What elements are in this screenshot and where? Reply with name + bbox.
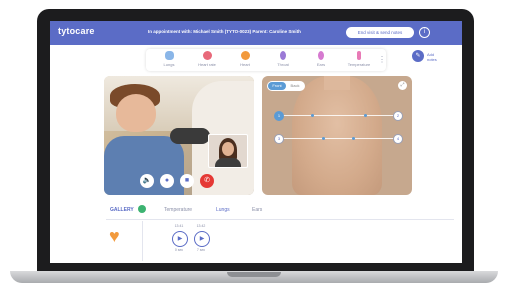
recording-video-icon[interactable]: ▶ bbox=[194, 231, 210, 247]
ear-icon bbox=[318, 51, 324, 60]
camera-icon[interactable]: ■ bbox=[180, 174, 194, 188]
point-4[interactable]: 4 bbox=[393, 134, 403, 144]
pip-face bbox=[222, 142, 234, 156]
pip-body bbox=[215, 158, 241, 167]
recording-time: 13:41 bbox=[174, 224, 184, 228]
recording-duration: 7 sec bbox=[196, 248, 206, 252]
tool-heart-rate[interactable]: Heart rate bbox=[190, 51, 224, 69]
heart-icon bbox=[240, 51, 250, 60]
gallery-divider bbox=[142, 221, 143, 261]
tool-ears[interactable]: Ears bbox=[304, 51, 338, 69]
expand-icon[interactable]: ⤢ bbox=[398, 81, 407, 90]
guide-line bbox=[282, 138, 397, 139]
tool-temperature[interactable]: Temperature bbox=[342, 51, 376, 69]
throat-icon bbox=[280, 51, 286, 60]
heart-rate-icon bbox=[202, 51, 212, 60]
microphone-icon[interactable]: ● bbox=[160, 174, 174, 188]
auscultation-dot[interactable] bbox=[322, 137, 325, 140]
appointment-info: In appointment with: Michael Smith (TYTO… bbox=[148, 29, 301, 34]
add-notes-label: Add notes bbox=[427, 52, 437, 62]
video-device bbox=[170, 128, 210, 144]
point-1[interactable]: 1 bbox=[274, 111, 284, 121]
torso-image bbox=[292, 76, 382, 195]
guide-line bbox=[282, 115, 397, 116]
info-icon[interactable]: i bbox=[419, 27, 430, 38]
tool-label: Lungs bbox=[163, 62, 175, 67]
tool-label: Heart rate bbox=[198, 62, 216, 67]
app-screen: tytocare In appointment with: Michael Sm… bbox=[50, 21, 462, 263]
end-call-icon[interactable]: ✆ bbox=[200, 174, 214, 188]
self-view[interactable] bbox=[208, 134, 248, 168]
tab-divider bbox=[106, 219, 454, 220]
gallery-label: GALLERY bbox=[110, 207, 134, 213]
thermometer-icon bbox=[357, 51, 361, 60]
tab-lungs[interactable]: Lungs bbox=[216, 207, 230, 213]
end-visit-button[interactable]: End visit & send notes bbox=[346, 27, 414, 38]
tool-label: Heart bbox=[240, 62, 250, 67]
tool-label: Temperature bbox=[347, 62, 371, 67]
point-2[interactable]: 2 bbox=[393, 111, 403, 121]
auscultation-dot[interactable] bbox=[352, 137, 355, 140]
auscultation-dot[interactable] bbox=[311, 114, 314, 117]
neck-image bbox=[324, 76, 350, 90]
recording-video-icon[interactable]: ▶ bbox=[172, 231, 188, 247]
video-feed: 🔈 ● ■ ✆ bbox=[104, 76, 254, 195]
tool-lungs[interactable]: Lungs bbox=[152, 51, 186, 69]
lungs-icon bbox=[164, 51, 174, 60]
tool-heart[interactable]: Heart bbox=[228, 51, 262, 69]
app-logo: tytocare bbox=[58, 26, 95, 36]
tab-temperature[interactable]: Temperature bbox=[164, 207, 192, 213]
front-view-button[interactable]: Front bbox=[268, 82, 286, 90]
top-bar: tytocare In appointment with: Michael Sm… bbox=[50, 21, 462, 45]
back-view-button[interactable]: Back bbox=[286, 82, 304, 90]
add-notes-button[interactable]: ✎ bbox=[412, 50, 424, 62]
auscultation-dot[interactable] bbox=[364, 114, 367, 117]
point-3[interactable]: 3 bbox=[274, 134, 284, 144]
video-child-face bbox=[116, 94, 156, 132]
speaker-icon[interactable]: 🔈 bbox=[140, 174, 154, 188]
exam-toolbar: Lungs Heart rate Heart Throat Ears Tempe… bbox=[146, 49, 386, 71]
more-icon[interactable]: ⋮ bbox=[378, 55, 386, 64]
tab-ears[interactable]: Ears bbox=[252, 207, 262, 213]
heart-icon: ♥ bbox=[109, 226, 120, 246]
gallery-status-indicator bbox=[138, 205, 146, 213]
recording-time: 13:42 bbox=[196, 224, 206, 228]
tool-label: Throat bbox=[277, 62, 289, 67]
recording-duration: 0 sec bbox=[174, 248, 184, 252]
body-diagram: Front Back ⤢ 1 2 3 4 bbox=[262, 76, 412, 195]
laptop-notch bbox=[227, 272, 281, 277]
tool-label: Ears bbox=[316, 62, 326, 67]
view-toggle: Front Back bbox=[267, 81, 305, 91]
tool-throat[interactable]: Throat bbox=[266, 51, 300, 69]
